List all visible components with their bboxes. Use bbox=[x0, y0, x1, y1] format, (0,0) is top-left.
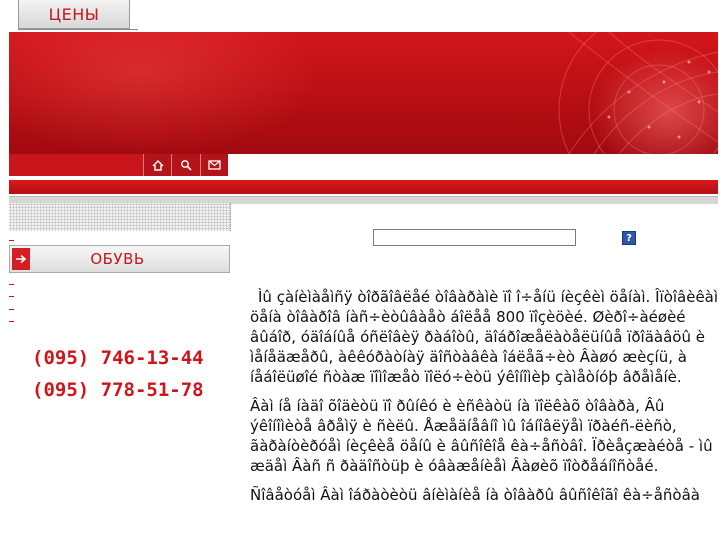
phone-number-1: (095) 746-13-44 bbox=[32, 347, 204, 369]
help-icon[interactable]: ? bbox=[622, 231, 636, 245]
sidebar-link-marker[interactable] bbox=[9, 296, 14, 297]
prices-tab-label: ЦЕНЫ bbox=[48, 4, 100, 24]
category-shoes-label: ОБУВЬ bbox=[90, 250, 145, 268]
phone-number-2: (095) 778-51-78 bbox=[32, 379, 204, 401]
sidebar-link-marker[interactable] bbox=[9, 309, 14, 310]
content-paragraph-2: Âàì íå íàäî õîäèòü ïî ðûíêó è èñêàòü íà … bbox=[250, 397, 713, 475]
home-icon[interactable] bbox=[143, 154, 171, 176]
banner-decoration bbox=[558, 32, 718, 154]
prices-tab[interactable]: ЦЕНЫ bbox=[18, 0, 130, 29]
content-paragraph-1: Ìû çàíèìàåìñÿ òîðãîâëåé òîâàðàìè ïî î÷åí… bbox=[250, 288, 719, 386]
sidebar-link-marker[interactable] bbox=[9, 321, 14, 322]
nav-left-block bbox=[9, 154, 143, 176]
sidebar-link-marker[interactable] bbox=[9, 240, 14, 241]
arrow-right-icon bbox=[12, 248, 30, 270]
tab-underline bbox=[18, 29, 138, 30]
search-icon[interactable] bbox=[171, 154, 199, 176]
red-divider-bar bbox=[9, 180, 718, 194]
content-paragraph-3: Ñîâåòóåì Âàì îáðàòèòü âíèìàíèå íà òîâàðû… bbox=[250, 486, 700, 504]
sidebar-link-marker[interactable] bbox=[9, 284, 14, 285]
nav-icons bbox=[143, 154, 228, 176]
header-banner bbox=[9, 32, 718, 154]
search-input[interactable] bbox=[373, 229, 576, 246]
main-content: Ìû çàíèìàåìñÿ òîðãîâëåé òîâàðàìè ïî î÷åí… bbox=[250, 287, 720, 514]
sidebar-header-pattern bbox=[9, 203, 231, 231]
mail-icon[interactable] bbox=[199, 154, 228, 176]
category-shoes-button[interactable]: ОБУВЬ bbox=[9, 245, 230, 273]
